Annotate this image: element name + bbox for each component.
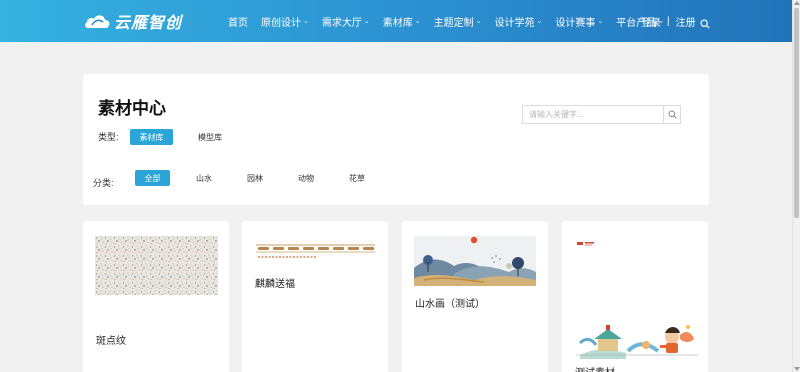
main-nav: 首页 原创设计 ⌄ 需求大厅 ⌄ 素材库 ⌄ 主题定制 ⌄ 设计学苑 ⌄ 设计赛事 ⌄ 平台… <box>228 0 677 42</box>
border-pattern-image <box>256 243 375 259</box>
material-card[interactable]: 山水画（测试） <box>402 221 548 372</box>
nav-label: 素材库 <box>382 17 413 29</box>
brand-logo[interactable]: 云雁智创 <box>84 9 182 33</box>
card-title: 麒麟送福 <box>255 279 295 290</box>
speckle-pattern-image <box>95 236 218 295</box>
category-chip-animal[interactable]: 动物 <box>289 170 323 186</box>
chevron-down-icon: ⌄ <box>414 18 421 25</box>
filter-panel: 素材中心 类型: 素材库 模型库 分类: 全部 山水 园林 动物 花草 <box>83 74 709 205</box>
nav-label: 首页 <box>228 17 248 29</box>
chevron-down-icon: ⌄ <box>597 18 604 25</box>
category-chip-flowers[interactable]: 花草 <box>340 170 374 186</box>
nav-item-home[interactable]: 首页 <box>228 14 248 29</box>
top-navbar: 云雁智创 首页 原创设计 ⌄ 需求大厅 ⌄ 素材库 ⌄ 主题定制 ⌄ 设计学苑 ⌄ 设计赛… <box>0 0 792 42</box>
type-chip-model-library[interactable]: 模型库 <box>189 129 231 145</box>
login-link[interactable]: 登录 <box>641 14 661 29</box>
material-card[interactable]: 测试素材 <box>562 221 708 372</box>
page-title: 素材中心 <box>98 99 166 118</box>
card-title: 山水画（测试） <box>415 299 485 310</box>
cloud-logo-icon <box>84 10 112 32</box>
scroll-down-arrow-icon[interactable] <box>794 367 800 371</box>
search-button[interactable] <box>663 106 680 123</box>
search-icon <box>667 110 677 119</box>
category-chip-all[interactable]: 全部 <box>135 170 170 186</box>
nav-item-theme-custom[interactable]: 主题定制 ⌄ <box>434 14 482 29</box>
nav-label: 设计赛事 <box>555 17 596 29</box>
material-card[interactable]: 麒麟送福 <box>242 221 388 372</box>
scrollbar-thumb[interactable] <box>794 8 799 218</box>
category-chip-landscape[interactable]: 山水 <box>187 170 221 186</box>
nav-item-design-contest[interactable]: 设计赛事 ⌄ <box>555 14 603 29</box>
nav-label: 主题定制 <box>433 17 474 29</box>
brand-name: 云雁智创 <box>114 15 183 32</box>
nav-label: 设计学苑 <box>494 17 535 29</box>
search-icon[interactable] <box>700 16 710 29</box>
type-chip-material-library[interactable]: 素材库 <box>130 129 173 145</box>
nav-label: 需求大厅 <box>321 17 362 29</box>
nav-item-demand-hall[interactable]: 需求大厅 ⌄ <box>322 14 370 29</box>
nav-label: 原创设计 <box>261 17 301 29</box>
auth-links: 登录 | 注册 <box>641 0 696 42</box>
category-label: 分类: <box>93 178 114 188</box>
card-title: 斑点纹 <box>96 336 126 347</box>
nav-item-design-academy[interactable]: 设计学苑 ⌄ <box>495 14 543 29</box>
search-input[interactable] <box>523 106 663 123</box>
scroll-up-arrow-icon[interactable] <box>794 1 800 5</box>
register-link[interactable]: 注册 <box>676 14 696 29</box>
category-chip-garden[interactable]: 园林 <box>238 170 272 186</box>
chevron-down-icon: ⌄ <box>303 18 309 25</box>
landscape-painting-image <box>414 236 536 286</box>
chevron-down-icon: ⌄ <box>536 18 543 25</box>
auth-separator: | <box>667 15 670 27</box>
type-label: 类型: <box>98 132 119 142</box>
page-scrollbar[interactable] <box>792 0 800 372</box>
search-box <box>522 105 681 124</box>
illustration-image <box>576 239 698 359</box>
chevron-down-icon: ⌄ <box>363 18 370 25</box>
card-title: 测试素材 <box>575 364 615 372</box>
chevron-down-icon: ⌄ <box>475 18 482 25</box>
nav-item-original-design[interactable]: 原创设计 ⌄ <box>261 14 309 29</box>
material-card[interactable]: 斑点纹 <box>83 221 229 372</box>
nav-item-material-library[interactable]: 素材库 ⌄ <box>383 14 421 29</box>
